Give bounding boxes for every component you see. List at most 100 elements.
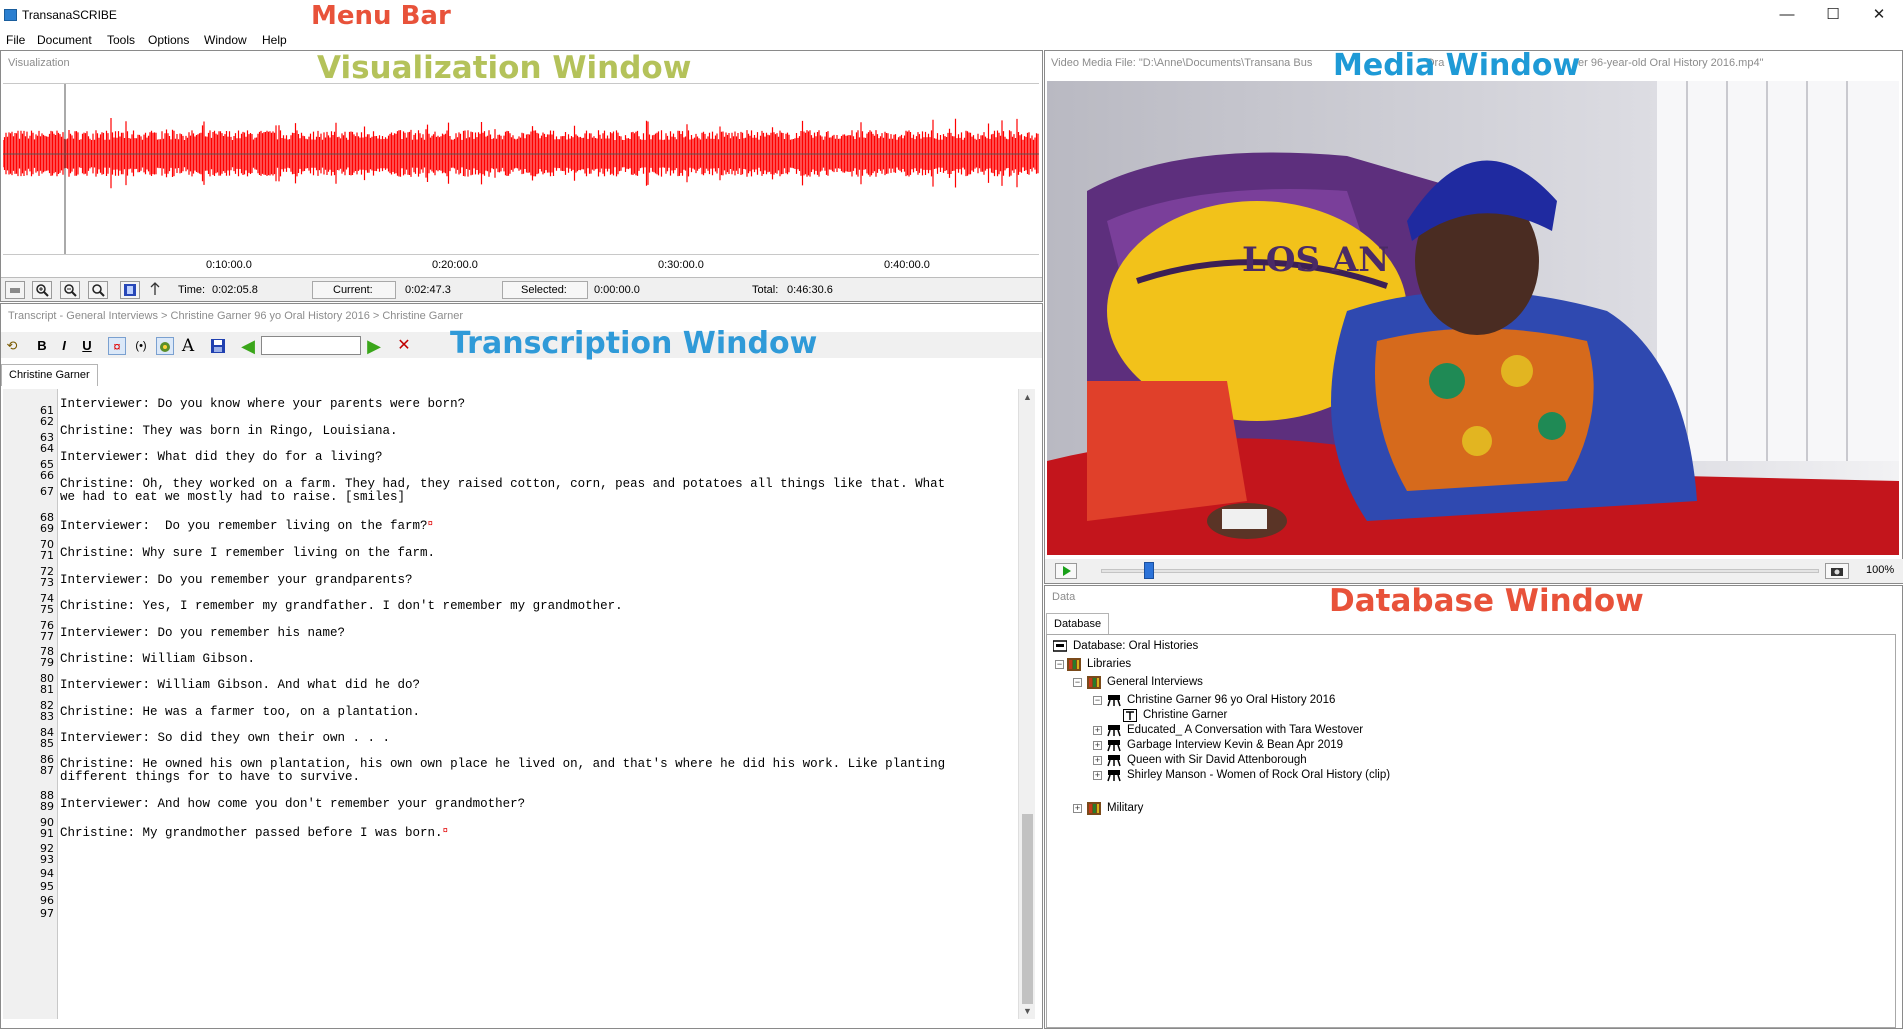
transcript-line[interactable]: Interviewer: William Gibson. And what di… [60,678,420,692]
timecode-marker-icon[interactable]: ¤ [428,519,433,529]
timecode-marker-icon[interactable]: ¤ [443,826,448,836]
scroll-down-arrow[interactable]: ▼ [1019,1003,1036,1019]
italic-button[interactable]: I [55,337,73,355]
timecode-button[interactable]: ¤ [108,337,126,355]
position-slider-track[interactable] [1101,569,1819,573]
line-number: 79 [40,656,54,669]
transcript-line[interactable]: Interviewer: So did they own their own .… [60,731,390,745]
line-number: 85 [40,737,54,750]
sync-button[interactable] [146,281,166,299]
insert-pause-button[interactable]: (•) [132,337,150,355]
line-number-gutter: 61 62 63 64 65 66 67 68 69 70 71 72 73 74 75 76 77 78 79 80… [3,389,58,1019]
time-tick-label: 0:20:00.0 [432,259,478,271]
database-tab[interactable]: Database [1046,613,1110,635]
expand-toggle[interactable]: + [1093,741,1102,750]
transcript-line[interactable]: Christine: Oh, they worked on a farm. Th… [60,477,945,491]
filter-button[interactable] [5,281,25,299]
transcript-line[interactable]: Interviewer: What did they do for a livi… [60,450,383,464]
menu-options[interactable]: Options [148,33,189,47]
tree-episode[interactable]: + Garbage Interview Kevin & Bean Apr 2019 [1093,737,1493,753]
menu-window[interactable]: Window [204,33,247,47]
tree-episode[interactable]: − Christine Garner 96 yo Oral History 201… [1093,692,1493,708]
transcript-scrollbar[interactable]: ▲ ▼ [1018,389,1035,1019]
close-button[interactable]: ✕ [1856,4,1902,26]
expand-toggle[interactable]: + [1073,804,1082,813]
database-tree[interactable]: Database: Oral Histories − Libraries − G… [1046,634,1896,1028]
line-number: 66 [40,469,54,482]
underline-button[interactable]: U [78,337,96,355]
transcript-line[interactable]: we had to eat we mostly had to raise. [s… [60,490,405,504]
expand-toggle[interactable]: + [1093,771,1102,780]
tree-episode[interactable]: + Shirley Manson - Women of Rock Oral His… [1093,767,1493,783]
menu-tools[interactable]: Tools [107,33,135,47]
tree-root[interactable]: Database: Oral Histories [1053,638,1353,654]
tree-episode[interactable]: + Queen with Sir David Attenborough [1093,752,1493,768]
tree-episode[interactable]: + Educated_ A Conversation with Tara West… [1093,722,1493,738]
transcript-line[interactable]: Christine: My grandmother passed before … [60,826,448,840]
font-button[interactable]: A [179,337,197,355]
transcript-line[interactable]: Interviewer: Do you remember his name? [60,626,345,640]
line-number: 83 [40,710,54,723]
maximize-button[interactable]: ☐ [1810,4,1856,26]
transcript-line[interactable]: Christine: Yes, I remember my grandfathe… [60,599,623,613]
expand-toggle[interactable]: + [1093,756,1102,765]
search-forward-button[interactable]: ▶ [365,337,383,355]
save-snapshot-button[interactable] [120,281,140,299]
tree-library-general[interactable]: − General Interviews [1073,674,1373,690]
snapshot-button[interactable] [1825,563,1849,579]
position-slider-thumb[interactable] [1144,562,1155,579]
zoom-out-button[interactable] [60,281,80,299]
zoom-level[interactable]: 100% [1866,564,1894,576]
scroll-thumb[interactable] [1022,814,1033,1004]
episode-camera-icon [1107,740,1121,752]
zoom-in-button[interactable] [32,281,52,299]
undo-button[interactable]: ⟲ [3,337,21,355]
video-jersey-text: LOS AN [1242,240,1389,280]
database-icon [1053,640,1067,652]
menu-document[interactable]: Document [37,33,92,47]
annotation-database-window: Database Window [1329,583,1644,619]
media-controls: 100% [1045,559,1903,583]
transcript-line[interactable]: Interviewer: Do you know where your pare… [60,397,465,411]
transcript-line[interactable]: Christine: He owned his own plantation, … [60,757,945,771]
bold-button[interactable]: B [33,337,51,355]
media-caption-right-box: er 96-year-old Oral History 2016.mp4" [1578,57,1763,69]
transcript-line[interactable]: Christine: William Gibson. [60,652,255,666]
tree-libraries[interactable]: − Libraries [1053,656,1353,672]
play-icon [1063,566,1071,576]
close-transcript-button[interactable]: ✕ [395,337,413,355]
transcript-line[interactable]: Interviewer: And how come you don't reme… [60,797,525,811]
transcript-line[interactable]: Christine: Why sure I remember living on… [60,546,435,560]
episode-camera-icon [1107,770,1121,782]
zoom-100-button[interactable] [88,281,108,299]
transcript-line[interactable]: Christine: He was a farmer too, on a pla… [60,705,420,719]
tree-transcript[interactable]: Christine Garner [1109,707,1409,723]
minimize-button[interactable]: — [1764,4,1810,26]
transcript-tab[interactable]: Christine Garner [1,364,98,386]
video-frame[interactable]: LOS AN [1047,81,1899,555]
scroll-up-arrow[interactable]: ▲ [1019,389,1036,405]
menu-file[interactable]: File [6,33,25,47]
transcript-line[interactable]: Interviewer: Do you remember your grandp… [60,573,413,587]
expand-toggle[interactable]: + [1093,726,1102,735]
transcript-line[interactable]: Christine: They was born in Ringo, Louis… [60,424,398,438]
transcript-line[interactable]: different things for to have to survive. [60,770,360,784]
collapse-toggle[interactable]: − [1093,696,1102,705]
collapse-toggle[interactable]: − [1073,678,1082,687]
annotation-menu-bar: Menu Bar [311,1,451,31]
search-back-button[interactable]: ◀ [239,337,257,355]
play-button[interactable] [1055,563,1077,579]
video-image: LOS AN [1047,81,1899,555]
transcript-line[interactable]: Interviewer: Do you remember living on t… [60,519,433,533]
show-timecodes-button[interactable] [156,337,174,355]
sync-icon [150,282,160,295]
transcript-toolbar: ⟲ B I U ¤ (•) A ◀ ▶ ✕ Transcription Wind… [1,326,1042,361]
menu-help[interactable]: Help [262,33,287,47]
waveform-display[interactable] [3,83,1039,255]
tree-episode-label: Shirley Manson - Women of Rock Oral Hist… [1127,769,1391,781]
save-button[interactable] [209,337,227,355]
line-number: 97 [40,907,54,920]
search-input[interactable] [261,336,361,355]
tree-library-military[interactable]: + Military [1073,800,1373,816]
collapse-toggle[interactable]: − [1055,660,1064,669]
